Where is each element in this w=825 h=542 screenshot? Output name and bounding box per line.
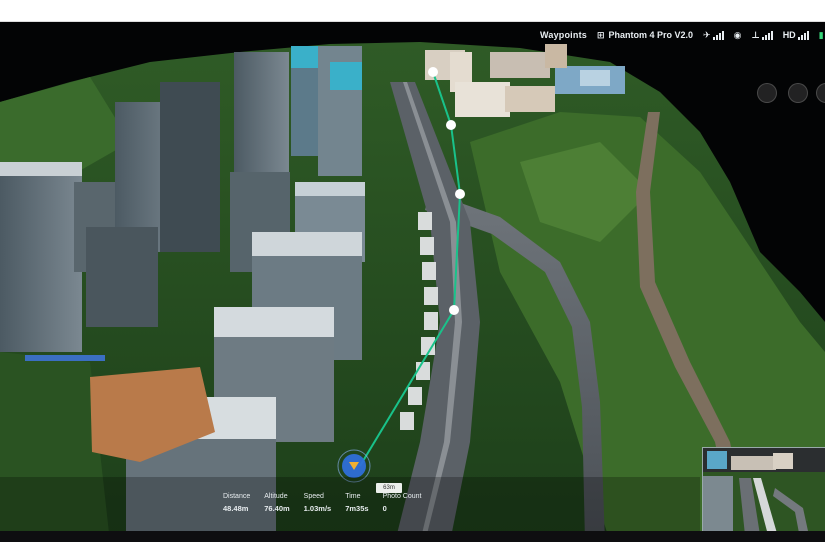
telemetry-value: 1.03m/s	[303, 504, 332, 513]
telemetry-time: Time 7m35s	[345, 493, 368, 513]
camera-preview-minimap[interactable]	[702, 447, 825, 542]
remote-controller-signal-icon: ⊥	[751, 30, 773, 41]
telemetry-altitude: Altitude 76.40m	[264, 493, 289, 513]
telemetry-distance: Distance 48.48m	[223, 493, 250, 513]
telemetry-label: Altitude	[264, 493, 288, 500]
vision-sensor-icon: ◉	[733, 29, 742, 40]
browser-top-strip	[0, 0, 825, 22]
telemetry-label: Distance	[223, 493, 251, 500]
bottom-frame-edge	[0, 531, 825, 542]
map-control-button[interactable]	[788, 83, 808, 103]
telemetry-value: 7m35s	[345, 504, 369, 513]
waypoint-marker[interactable]	[449, 305, 459, 315]
waypoint-marker[interactable]	[428, 67, 438, 77]
telemetry-label: Speed	[303, 493, 324, 500]
telemetry-speed: Speed 1.03m/s	[304, 493, 332, 513]
telemetry-photo-count: Photo Count 0	[383, 493, 422, 513]
map-control-button[interactable]	[757, 83, 777, 103]
aircraft-name: Phantom 4 Pro V2.0	[608, 30, 694, 40]
battery-indicator: ▮ 49	[819, 30, 825, 41]
flight-mode-label[interactable]: Waypoints	[540, 30, 587, 40]
aircraft-grid-icon: ⊞	[596, 29, 605, 40]
telemetry-label: Time	[345, 493, 361, 500]
telemetry-panel: Distance 48.48m Altitude 76.40m Speed 1.…	[223, 493, 421, 513]
aircraft-distance-tag: 63m	[376, 483, 402, 493]
waypoint-marker[interactable]	[446, 120, 456, 130]
blue-site-fence	[25, 355, 105, 361]
telemetry-value: 76.40m	[264, 504, 290, 513]
battery-icon: ▮	[818, 29, 824, 40]
map-viewport[interactable]: 63m	[0, 22, 825, 542]
waypoint-marker[interactable]	[455, 189, 465, 199]
top-status-bar: Waypoints ⊞ Phantom 4 Pro V2.0 ✈ ◉ ⊥ HD …	[540, 27, 825, 43]
hd-label: HD	[782, 30, 796, 40]
minimap-scene	[703, 448, 825, 542]
telemetry-value: 0	[382, 504, 387, 513]
video-link-signal: HD	[783, 30, 809, 40]
telemetry-value: 48.48m	[223, 504, 249, 513]
telemetry-label: Photo Count	[382, 493, 422, 500]
aircraft-selector[interactable]: ⊞ Phantom 4 Pro V2.0	[597, 30, 693, 41]
gps-satellite-icon: ✈	[703, 30, 724, 41]
